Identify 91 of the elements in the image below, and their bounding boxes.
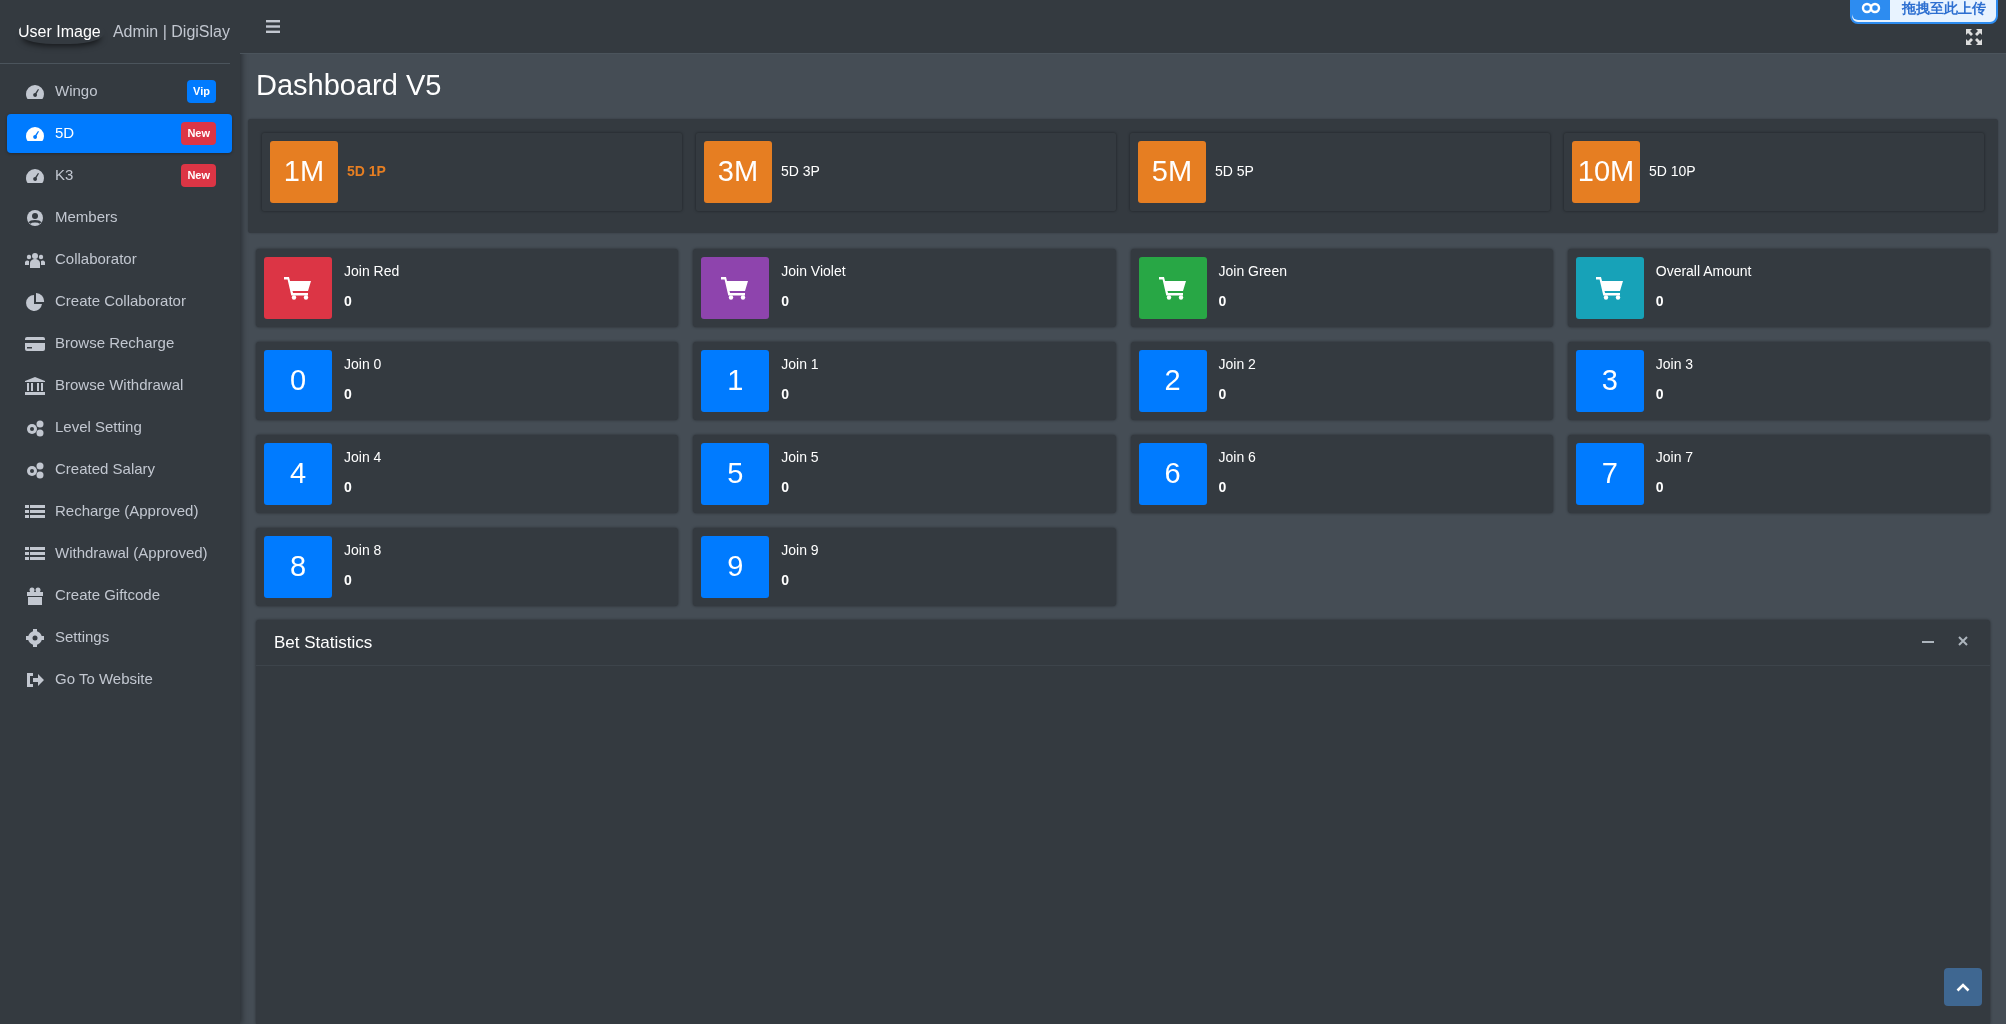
sidebar-item[interactable]: Settings: [7, 618, 232, 657]
number-badge: 2: [1138, 349, 1207, 412]
nav-badge: New: [181, 164, 216, 187]
user-icon: [25, 208, 45, 227]
gauge-icon: [25, 124, 45, 143]
stat-value: 0: [344, 384, 353, 404]
stat-value: 0: [781, 570, 791, 590]
list-icon: [25, 544, 45, 563]
cogs-icon: [25, 460, 45, 479]
caret-up-icon: [1956, 982, 1970, 992]
stat-value: 0: [1655, 384, 1665, 404]
number-badge: 6: [1138, 442, 1207, 505]
stat-label: Join 4: [344, 447, 382, 467]
stat-label: Overall Amount: [1655, 261, 1752, 281]
sidebar-item[interactable]: Recharge (Approved): [7, 492, 232, 531]
number-badge: 9: [701, 535, 770, 598]
period-card[interactable]: 10M 5D 10P: [1564, 132, 1984, 211]
number-badge: 0: [264, 349, 332, 412]
stat-label: Join 8: [344, 540, 382, 560]
gauge-icon: [25, 82, 45, 101]
stat-value: 0: [1218, 291, 1228, 311]
period-badge: 1M: [270, 140, 338, 203]
number-badge: 7: [1575, 442, 1644, 505]
sidebar-item[interactable]: K3 New: [7, 156, 232, 195]
number-badge: 8: [264, 535, 332, 598]
stat-label: Join 1: [781, 354, 819, 374]
period-card[interactable]: 5M 5D 5P: [1130, 132, 1550, 211]
sidebar-item[interactable]: Level Setting: [7, 408, 232, 447]
stat-label: Join 9: [781, 540, 819, 560]
stat-value: 0: [344, 291, 353, 311]
sidebar-item[interactable]: Create Giftcode: [7, 576, 232, 615]
nav-badge: Vip: [187, 80, 216, 103]
number-badge: 5: [701, 442, 770, 505]
stat-value: 0: [1655, 477, 1665, 497]
gauge-icon: [25, 166, 45, 185]
stat-label: Join 5: [781, 447, 819, 467]
stat-value: 0: [781, 384, 791, 404]
period-label: 5D 1P: [347, 162, 386, 182]
period-label: 5D 3P: [781, 162, 820, 182]
period-label: 5D 10P: [1649, 162, 1696, 182]
sign-out-icon: [25, 670, 45, 689]
user-image: User Image: [18, 19, 105, 44]
stat-label: Join 3: [1655, 354, 1694, 374]
user-name[interactable]: Admin | DigiSlay: [112, 19, 230, 44]
cogs-icon: [25, 418, 45, 437]
link-icon: [1861, 2, 1881, 14]
stat-value: 0: [781, 477, 791, 497]
stat-value: 0: [344, 570, 353, 590]
stat-label: Join 6: [1218, 447, 1256, 467]
list-icon: [25, 502, 45, 521]
stat-label: Join 0: [344, 354, 382, 374]
sidebar-item[interactable]: Browse Recharge: [7, 324, 232, 363]
period-badge: 10M: [1572, 140, 1640, 203]
period-card[interactable]: 1M 5D 1P: [262, 132, 682, 211]
scroll-top-button[interactable]: [1944, 968, 1982, 1006]
sidebar-item[interactable]: Collaborator: [7, 240, 232, 279]
sidebar-item[interactable]: Browse Withdrawal: [7, 366, 232, 405]
pie-chart-icon: [25, 292, 45, 311]
stat-label: Join Green: [1218, 261, 1287, 281]
credit-card-icon: [25, 334, 45, 353]
stat-value: 0: [1218, 384, 1228, 404]
stat-value: 0: [781, 291, 791, 311]
card-title: Bet Statistics: [274, 631, 373, 654]
stat-label: Join 7: [1655, 447, 1694, 467]
bank-icon: [25, 376, 45, 395]
sidebar-item[interactable]: Members: [7, 198, 232, 237]
nav-badge: New: [181, 122, 216, 145]
sidebar-item[interactable]: Create Collaborator: [7, 282, 232, 321]
sidebar-item[interactable]: Created Salary: [7, 450, 232, 489]
gift-icon: [25, 586, 45, 605]
period-card[interactable]: 3M 5D 3P: [696, 132, 1116, 211]
page-title: Dashboard V5: [256, 68, 443, 103]
sidebar-item[interactable]: Go To Website: [7, 660, 232, 699]
number-badge: 1: [701, 349, 770, 412]
sidebar-item[interactable]: Wingo Vip: [7, 72, 232, 111]
number-badge: 4: [264, 442, 332, 505]
stat-value: 0: [344, 477, 353, 497]
sidebar-item[interactable]: Withdrawal (Approved): [7, 534, 232, 573]
stat-value: 0: [1655, 291, 1665, 311]
stat-value: 0: [1218, 477, 1228, 497]
users-icon: [25, 250, 45, 269]
period-badge: 3M: [704, 140, 772, 203]
stat-label: Join 2: [1218, 354, 1256, 374]
stat-label: Join Red: [344, 261, 400, 281]
upload-button[interactable]: 拖拽至此上传: [1850, 0, 1998, 24]
sidebar-item[interactable]: 5D New: [7, 114, 232, 153]
stat-label: Join Violet: [781, 261, 846, 281]
period-label: 5D 5P: [1215, 162, 1254, 182]
period-badge: 5M: [1138, 140, 1206, 203]
number-badge: 3: [1575, 349, 1644, 412]
gear-icon: [25, 628, 45, 647]
